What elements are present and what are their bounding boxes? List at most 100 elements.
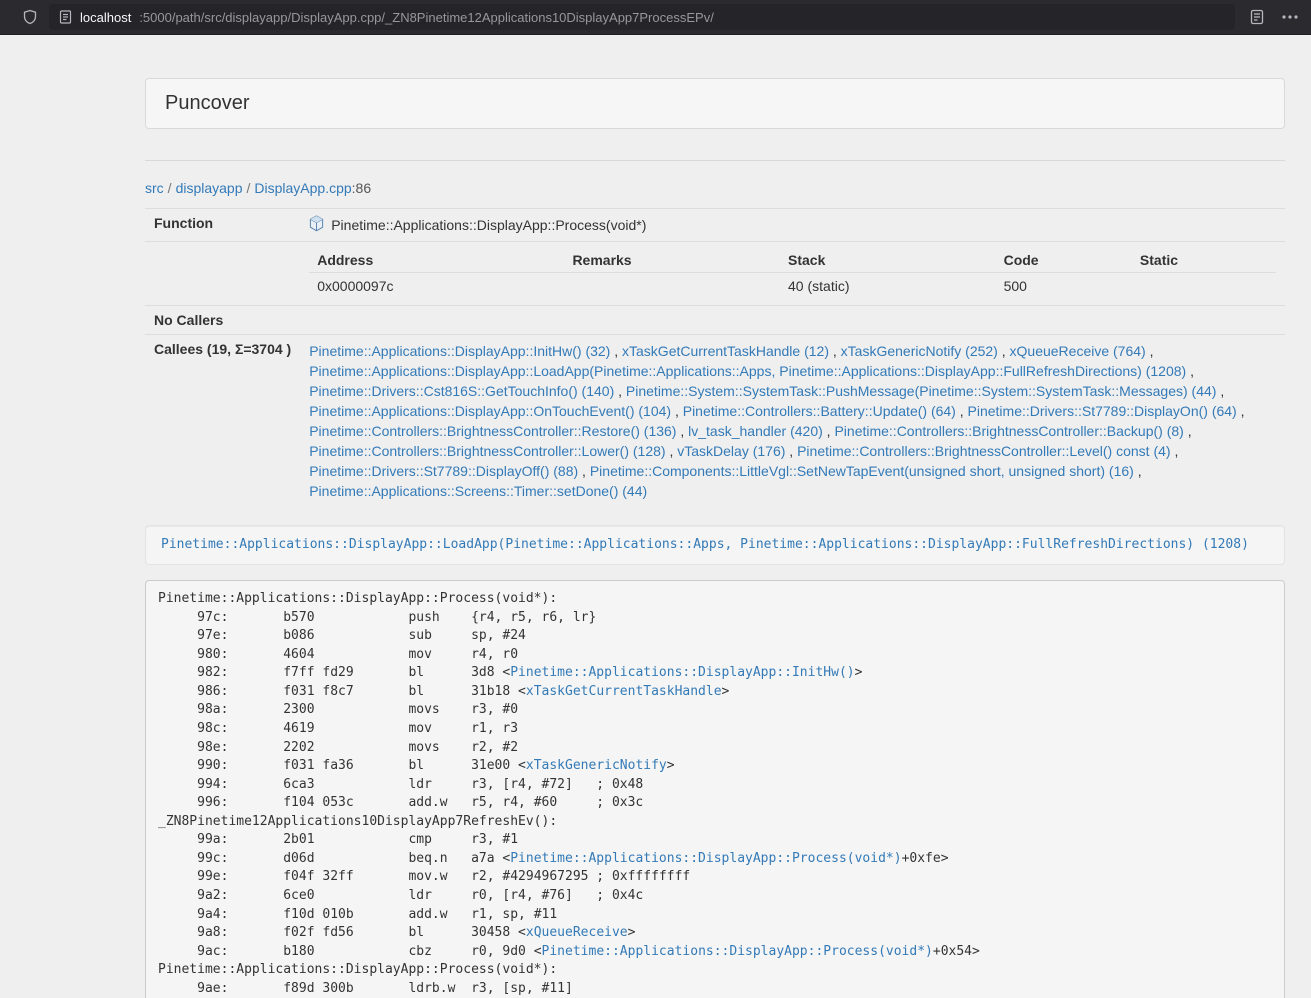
stats-value-stack: 40 (static) bbox=[780, 273, 996, 300]
callees-label: Callees (19, Σ=3704 ) bbox=[145, 335, 300, 508]
function-label: Function bbox=[145, 209, 300, 242]
disassembly-text: 996: f104 053c add.w r5, r4, #60 ; 0x3c bbox=[158, 795, 643, 810]
reader-view-icon[interactable] bbox=[1249, 9, 1265, 25]
callee-link[interactable]: Pinetime::Controllers::BrightnessControl… bbox=[309, 443, 665, 459]
callee-link[interactable]: lv_task_handler (420) bbox=[688, 423, 823, 439]
no-callers-label: No Callers bbox=[145, 306, 300, 335]
callee-link[interactable]: Pinetime::Applications::DisplayApp::Init… bbox=[309, 343, 610, 359]
callee-link[interactable]: Pinetime::Controllers::BrightnessControl… bbox=[309, 423, 676, 439]
callee-link[interactable]: Pinetime::Components::LittleVgl::SetNewT… bbox=[590, 463, 1134, 479]
disassembly-text: 980: 4604 mov r4, r0 bbox=[158, 647, 518, 662]
disassembly-line: 98a: 2300 movs r3, #0 bbox=[158, 701, 1272, 720]
callees-list: Pinetime::Applications::DisplayApp::Init… bbox=[300, 335, 1285, 508]
disassembly-text: 98c: 4619 mov r1, r3 bbox=[158, 721, 518, 736]
disassembly-line: 980: 4604 mov r4, r0 bbox=[158, 646, 1272, 665]
callee-link[interactable]: Pinetime::Drivers::St7789::DisplayOff() … bbox=[309, 463, 578, 479]
stats-value-static bbox=[1132, 273, 1276, 300]
disassembly-line: 97e: b086 sub sp, #24 bbox=[158, 627, 1272, 646]
callee-link[interactable]: Pinetime::Applications::DisplayApp::Load… bbox=[309, 363, 1186, 379]
disassembly-text: 990: f031 fa36 bl 31e00 < bbox=[158, 758, 526, 773]
browser-chrome: localhost :5000/path/src/displayapp/Displ… bbox=[0, 0, 1311, 35]
disassembly-line: 99c: d06d beq.n a7a <Pinetime::Applicati… bbox=[158, 850, 1272, 869]
disassembly-text: > bbox=[667, 758, 675, 773]
disassembly-line: 9ac: b180 cbz r0, 9d0 <Pinetime::Applica… bbox=[158, 943, 1272, 962]
breadcrumb-line-number: :86 bbox=[352, 180, 371, 196]
callee-link[interactable]: Pinetime::Controllers::BrightnessControl… bbox=[834, 423, 1183, 439]
disassembly-symbol-link[interactable]: Pinetime::Applications::DisplayApp::Init… bbox=[510, 665, 854, 680]
disassembly-line: 9ae: f89d 300b ldrb.w r3, [sp, #11] bbox=[158, 980, 1272, 998]
disassembly-text: 98e: 2202 movs r2, #2 bbox=[158, 740, 518, 755]
disassembly-line: 982: f7ff fd29 bl 3d8 <Pinetime::Applica… bbox=[158, 664, 1272, 683]
disassembly-line: 9a8: f02f fd56 bl 30458 <xQueueReceive> bbox=[158, 924, 1272, 943]
stats-row: Address Remarks Stack Code Static 0x0000… bbox=[145, 242, 1285, 306]
disassembly-line: _ZN8Pinetime12Applications10DisplayApp7R… bbox=[158, 813, 1272, 832]
disassembly-text: 982: f7ff fd29 bl 3d8 < bbox=[158, 665, 510, 680]
callee-link[interactable]: Pinetime::Drivers::St7789::DisplayOn() (… bbox=[968, 403, 1237, 419]
callee-link[interactable]: xTaskGenericNotify (252) bbox=[841, 343, 998, 359]
disassembly-line: 996: f104 053c add.w r5, r4, #60 ; 0x3c bbox=[158, 794, 1272, 813]
disassembly-text: 97e: b086 sub sp, #24 bbox=[158, 628, 526, 643]
callee-link[interactable]: xTaskGetCurrentTaskHandle (12) bbox=[622, 343, 829, 359]
disassembly-text: 9a8: f02f fd56 bl 30458 < bbox=[158, 925, 526, 940]
breadcrumb-separator: / bbox=[168, 180, 172, 196]
url-host: localhost bbox=[80, 10, 131, 25]
function-name: Pinetime::Applications::DisplayApp::Proc… bbox=[331, 217, 646, 233]
app-title: Puncover bbox=[165, 92, 1265, 115]
stats-header-code: Code bbox=[996, 248, 1132, 273]
disassembly-symbol-link[interactable]: Pinetime::Applications::DisplayApp::Proc… bbox=[542, 944, 933, 959]
disassembly-line: 97c: b570 push {r4, r5, r6, lr} bbox=[158, 609, 1272, 628]
disassembly-line: 994: 6ca3 ldr r3, [r4, #72] ; 0x48 bbox=[158, 776, 1272, 795]
disassembly-text: 99a: 2b01 cmp r3, #1 bbox=[158, 832, 518, 847]
callee-link[interactable]: Pinetime::Controllers::BrightnessControl… bbox=[797, 443, 1170, 459]
disassembly-symbol-link[interactable]: xTaskGetCurrentTaskHandle bbox=[526, 684, 722, 699]
disassembly-line: 98e: 2202 movs r2, #2 bbox=[158, 739, 1272, 758]
stats-value-remarks bbox=[564, 273, 780, 300]
disassembly-text: +0xfe> bbox=[902, 851, 949, 866]
disassembly-symbol-link[interactable]: xTaskGenericNotify bbox=[526, 758, 667, 773]
callee-link[interactable]: xQueueReceive (764) bbox=[1010, 343, 1146, 359]
callee-link[interactable]: Pinetime::System::SystemTask::PushMessag… bbox=[626, 383, 1217, 399]
shield-icon[interactable] bbox=[22, 9, 38, 25]
stats-header-address: Address bbox=[309, 248, 564, 273]
disassembly-text: 986: f031 f8c7 bl 31b18 < bbox=[158, 684, 526, 699]
page-icon bbox=[59, 10, 72, 24]
stats-row-spacer bbox=[145, 242, 300, 306]
disassembly-text: _ZN8Pinetime12Applications10DisplayApp7R… bbox=[158, 814, 557, 829]
breadcrumb: src/displayapp/DisplayApp.cpp:86 bbox=[145, 180, 1285, 196]
stats-header-remarks: Remarks bbox=[564, 248, 780, 273]
disassembly-line: 990: f031 fa36 bl 31e00 <xTaskGenericNot… bbox=[158, 757, 1272, 776]
disassembly-text: > bbox=[628, 925, 636, 940]
url-path: :5000/path/src/displayapp/DisplayApp.cpp… bbox=[139, 10, 714, 25]
breadcrumb-link-file[interactable]: DisplayApp.cpp bbox=[254, 180, 351, 196]
callee-link[interactable]: Pinetime::Drivers::Cst816S::GetTouchInfo… bbox=[309, 383, 614, 399]
disassembly-line: Pinetime::Applications::DisplayApp::Proc… bbox=[158, 590, 1272, 609]
disassembly-text: 994: 6ca3 ldr r3, [r4, #72] ; 0x48 bbox=[158, 777, 643, 792]
breadcrumb-link-src[interactable]: src bbox=[145, 180, 164, 196]
disassembly-text: 9a2: 6ce0 ldr r0, [r4, #76] ; 0x4c bbox=[158, 888, 643, 903]
disassembly-text: +0x54> bbox=[933, 944, 980, 959]
disassembly-line: 9a4: f10d 010b add.w r1, sp, #11 bbox=[158, 906, 1272, 925]
highlight-symbol-link[interactable]: Pinetime::Applications::DisplayApp::Load… bbox=[161, 537, 1249, 552]
disassembly-symbol-link[interactable]: xQueueReceive bbox=[526, 925, 628, 940]
stats-value-address: 0x0000097c bbox=[309, 273, 564, 300]
disassembly-block: Pinetime::Applications::DisplayApp::Proc… bbox=[145, 580, 1285, 998]
disassembly-line: 98c: 4619 mov r1, r3 bbox=[158, 720, 1272, 739]
disassembly-line: 986: f031 f8c7 bl 31b18 <xTaskGetCurrent… bbox=[158, 683, 1272, 702]
disassembly-text: 9ac: b180 cbz r0, 9d0 < bbox=[158, 944, 542, 959]
overflow-menu-icon[interactable] bbox=[1281, 9, 1299, 25]
callee-link[interactable]: vTaskDelay (176) bbox=[677, 443, 785, 459]
disassembly-line: 99e: f04f 32ff mov.w r2, #4294967295 ; 0… bbox=[158, 868, 1272, 887]
callees-row: Callees (19, Σ=3704 ) Pinetime::Applicat… bbox=[145, 335, 1285, 508]
url-bar[interactable]: localhost :5000/path/src/displayapp/Displ… bbox=[49, 4, 1235, 30]
callee-link[interactable]: Pinetime::Applications::DisplayApp::OnTo… bbox=[309, 403, 671, 419]
breadcrumb-link-displayapp[interactable]: displayapp bbox=[176, 180, 243, 196]
symbol-table: Function Pinetime::Applications::Display… bbox=[145, 208, 1285, 507]
disassembly-text: 9a4: f10d 010b add.w r1, sp, #11 bbox=[158, 907, 557, 922]
callee-link[interactable]: Pinetime::Controllers::Battery::Update()… bbox=[683, 403, 956, 419]
disassembly-text: > bbox=[855, 665, 863, 680]
stats-value-code: 500 bbox=[996, 273, 1132, 300]
callee-link[interactable]: Pinetime::Applications::Screens::Timer::… bbox=[309, 483, 647, 499]
disassembly-text: 9ae: f89d 300b ldrb.w r3, [sp, #11] bbox=[158, 981, 573, 996]
disassembly-symbol-link[interactable]: Pinetime::Applications::DisplayApp::Proc… bbox=[510, 851, 901, 866]
function-row: Function Pinetime::Applications::Display… bbox=[145, 209, 1285, 242]
